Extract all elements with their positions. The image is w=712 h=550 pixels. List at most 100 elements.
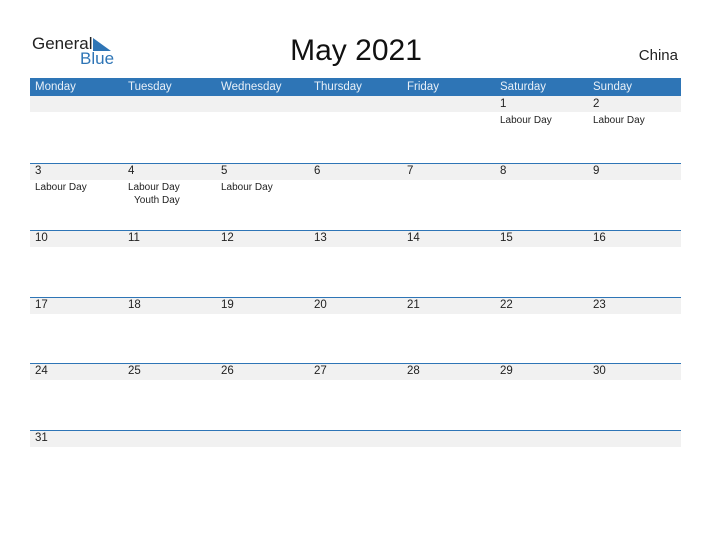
day-cell: 28 [402, 363, 495, 429]
weekday-sunday: Sunday [593, 81, 633, 93]
day-number: 17 [35, 299, 48, 311]
day-cell: 26 [216, 363, 309, 429]
day-number: 21 [407, 299, 420, 311]
day-cell: 18 [123, 297, 216, 363]
weekday-thursday: Thursday [314, 81, 362, 93]
week-row: 17 18 19 20 21 22 23 [30, 297, 681, 363]
day-number: 22 [500, 299, 513, 311]
day-number: 24 [35, 365, 48, 377]
day-number: 4 [128, 165, 135, 177]
day-events: Labour Day [35, 181, 87, 194]
day-number: 1 [500, 98, 507, 110]
day-number: 27 [314, 365, 327, 377]
day-number: 31 [35, 432, 48, 444]
day-cell: 8 [495, 163, 588, 229]
day-cell: 4 Labour Day Youth Day [123, 163, 216, 229]
day-cell: 2 Labour Day [588, 96, 681, 162]
week-row: 10 11 12 13 14 15 16 [30, 230, 681, 296]
day-cell: 16 [588, 230, 681, 296]
day-number: 3 [35, 165, 42, 177]
day-number: 29 [500, 365, 513, 377]
week-row: 3 Labour Day 4 Labour Day Youth Day 5 Labour D… [30, 163, 681, 229]
day-cell [402, 96, 495, 162]
day-number: 13 [314, 232, 327, 244]
day-cell: 5 Labour Day [216, 163, 309, 229]
day-cell: 25 [123, 363, 216, 429]
day-number: 11 [128, 232, 140, 244]
day-cell: 11 [123, 230, 216, 296]
day-cell: 22 [495, 297, 588, 363]
day-cell: 29 [495, 363, 588, 429]
page-title: May 2021 [290, 34, 422, 67]
day-number: 20 [314, 299, 327, 311]
day-number: 25 [128, 365, 141, 377]
holiday-label: Labour Day [500, 115, 552, 126]
day-number: 7 [407, 165, 414, 177]
holiday-label: Youth Day [134, 195, 180, 206]
day-number: 18 [128, 299, 141, 311]
holiday-label: Labour Day [593, 115, 645, 126]
day-cell [30, 96, 123, 162]
day-cell: 27 [309, 363, 402, 429]
day-cell: 14 [402, 230, 495, 296]
day-cell: 1 Labour Day [495, 96, 588, 162]
day-cell: 13 [309, 230, 402, 296]
weekday-tuesday: Tuesday [128, 81, 172, 93]
day-cell [216, 96, 309, 162]
day-events: Labour Day [593, 114, 645, 127]
day-cell: 20 [309, 297, 402, 363]
day-number: 9 [593, 165, 600, 177]
day-number: 6 [314, 165, 321, 177]
day-cell [402, 430, 495, 496]
day-number: 2 [593, 98, 600, 110]
day-number: 16 [593, 232, 606, 244]
day-cell: 10 [30, 230, 123, 296]
day-cell: 12 [216, 230, 309, 296]
day-number: 28 [407, 365, 420, 377]
day-cell: 23 [588, 297, 681, 363]
day-cell [123, 96, 216, 162]
day-cell: 7 [402, 163, 495, 229]
holiday-label: Labour Day [221, 182, 273, 193]
day-number: 23 [593, 299, 606, 311]
day-cell: 31 [30, 430, 123, 496]
day-cell [588, 430, 681, 496]
day-cell: 17 [30, 297, 123, 363]
holiday-label: Labour Day [35, 182, 87, 193]
weekday-header: Monday Tuesday Wednesday Thursday Friday… [30, 78, 681, 96]
day-cell: 24 [30, 363, 123, 429]
day-number: 10 [35, 232, 48, 244]
day-number: 14 [407, 232, 420, 244]
day-cell [309, 96, 402, 162]
day-number: 5 [221, 165, 228, 177]
weekday-wednesday: Wednesday [221, 81, 282, 93]
day-cell [123, 430, 216, 496]
weekday-saturday: Saturday [500, 81, 547, 93]
day-events: Labour Day [500, 114, 552, 127]
day-cell [216, 430, 309, 496]
day-cell [495, 430, 588, 496]
day-number: 15 [500, 232, 513, 244]
holiday-label: Labour Day [128, 182, 180, 193]
day-cell: 15 [495, 230, 588, 296]
day-events: Labour Day Youth Day [128, 181, 180, 207]
week-row: 1 Labour Day 2 Labour Day [30, 96, 681, 162]
weekday-monday: Monday [35, 81, 76, 93]
week-row: 24 25 26 27 28 29 30 [30, 363, 681, 429]
week-row: 31 [30, 430, 681, 496]
day-number: 26 [221, 365, 234, 377]
day-number: 8 [500, 165, 507, 177]
day-events: Labour Day [221, 181, 273, 194]
day-number: 19 [221, 299, 234, 311]
day-cell: 9 [588, 163, 681, 229]
country-label: China [638, 47, 678, 64]
day-cell: 21 [402, 297, 495, 363]
day-number: 12 [221, 232, 234, 244]
day-number: 30 [593, 365, 606, 377]
day-cell: 19 [216, 297, 309, 363]
weekday-friday: Friday [407, 81, 439, 93]
day-cell: 30 [588, 363, 681, 429]
day-cell: 6 [309, 163, 402, 229]
day-cell: 3 Labour Day [30, 163, 123, 229]
day-cell [309, 430, 402, 496]
